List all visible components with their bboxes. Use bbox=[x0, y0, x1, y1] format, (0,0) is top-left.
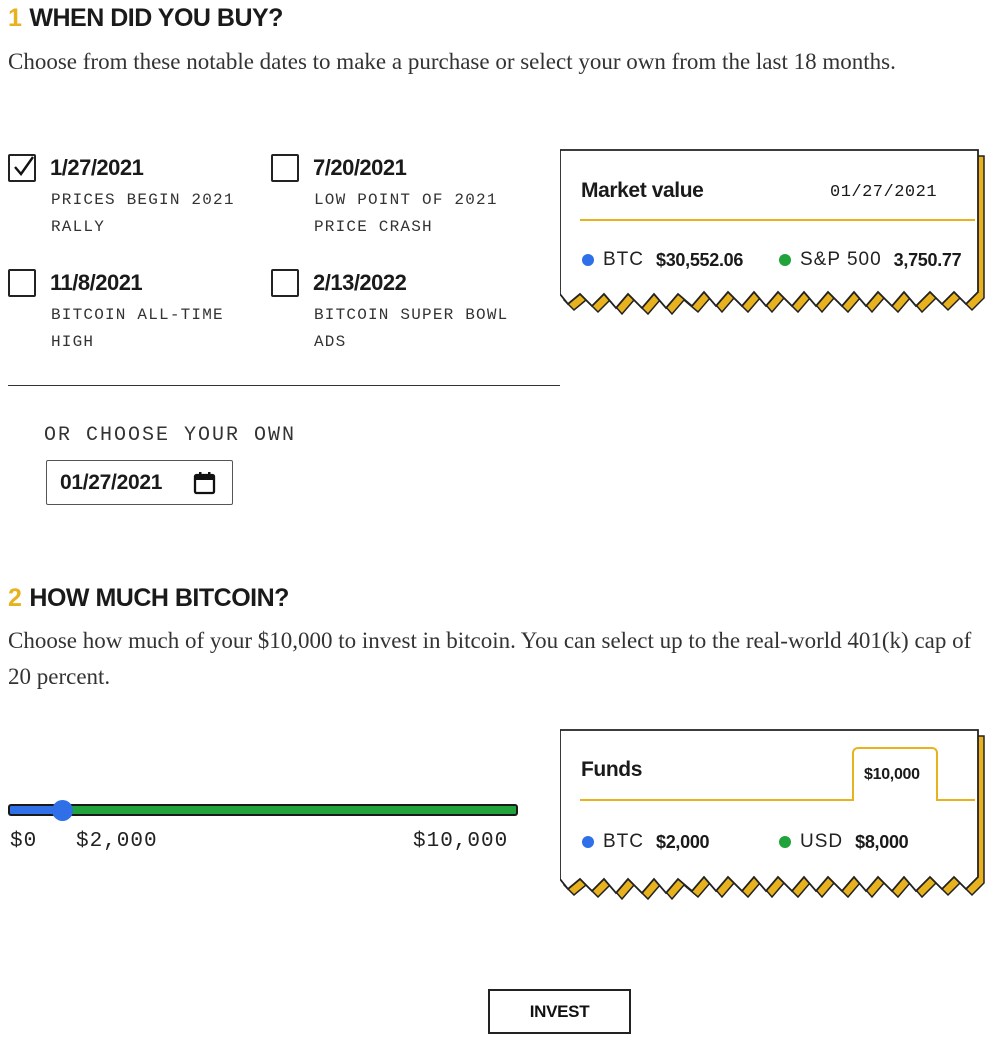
slider-thumb[interactable] bbox=[52, 800, 73, 821]
btc-row: BTC $2,000 bbox=[582, 831, 710, 853]
card-rule bbox=[580, 799, 852, 801]
choose-own-label: OR CHOOSE YOUR OWN bbox=[44, 424, 297, 447]
card-rule bbox=[580, 219, 975, 221]
date-label: 1/27/2021 bbox=[50, 155, 144, 180]
btc-label: BTC bbox=[603, 249, 644, 270]
usd-dot-icon bbox=[779, 836, 791, 848]
funds-card: Funds $10,000 BTC $2,000 USD $8,000 bbox=[560, 728, 985, 908]
checkbox[interactable] bbox=[271, 154, 299, 182]
torn-paper-frame bbox=[560, 149, 985, 316]
step-1-intro: Choose from these notable dates to make … bbox=[8, 49, 896, 74]
step-number: 2 bbox=[8, 584, 22, 612]
slider-max-label: $10,000 bbox=[413, 830, 509, 853]
sp-label: S&P 500 bbox=[800, 249, 882, 270]
step-number: 1 bbox=[8, 4, 22, 32]
usd-value: $8,000 bbox=[855, 831, 909, 852]
btc-dot-icon bbox=[582, 254, 594, 266]
step-1-heading: 1 WHEN DID YOU BUY? bbox=[8, 4, 283, 33]
date-label: 7/20/2021 bbox=[313, 155, 407, 180]
step-2-intro: Choose how much of your $10,000 to inves… bbox=[8, 628, 972, 689]
usd-row: USD $8,000 bbox=[779, 831, 909, 853]
btc-value: $30,552.06 bbox=[656, 249, 744, 270]
slider-min-label: $0 bbox=[10, 830, 38, 853]
btc-dot-icon bbox=[582, 836, 594, 848]
date-input-value: 01/27/2021 bbox=[60, 471, 163, 494]
step-2-heading: 2 HOW MUCH BITCOIN? bbox=[8, 584, 289, 613]
step-title: WHEN DID YOU BUY? bbox=[29, 4, 283, 32]
sp-value: 3,750.77 bbox=[893, 249, 962, 270]
card-rule-end bbox=[936, 799, 975, 801]
checkbox[interactable] bbox=[8, 269, 36, 297]
market-value-card: Market value 01/27/2021 BTC $30,552.06 S… bbox=[560, 148, 985, 323]
usd-label: USD bbox=[800, 831, 844, 852]
sp-dot-icon bbox=[779, 254, 791, 266]
slider-track-remaining[interactable] bbox=[62, 804, 518, 816]
checkbox[interactable] bbox=[271, 269, 299, 297]
date-label: 2/13/2022 bbox=[313, 270, 407, 295]
card-title: Market value bbox=[581, 179, 704, 202]
btc-label: BTC bbox=[603, 831, 644, 852]
checkbox-checked[interactable] bbox=[8, 154, 36, 182]
date-description: BITCOIN SUPER BOWL ADS bbox=[314, 306, 509, 351]
btc-value: $2,000 bbox=[656, 831, 710, 852]
calendar-icon[interactable] bbox=[193, 471, 217, 496]
step-title: HOW MUCH BITCOIN? bbox=[29, 584, 289, 612]
date-input[interactable]: 01/27/2021 bbox=[46, 460, 233, 505]
date-description: LOW POINT OF 2021 PRICE CRASH bbox=[314, 191, 498, 236]
section-divider bbox=[8, 385, 560, 386]
date-description: PRICES BEGIN 2021 RALLY bbox=[51, 191, 235, 236]
date-label: 11/8/2021 bbox=[50, 270, 143, 295]
date-description: BITCOIN ALL-TIME HIGH bbox=[51, 306, 224, 351]
total-tab: $10,000 bbox=[852, 747, 938, 801]
funds-total: $10,000 bbox=[864, 766, 920, 783]
checkmark-icon bbox=[14, 156, 34, 176]
card-date: 01/27/2021 bbox=[830, 183, 938, 202]
card-title: Funds bbox=[581, 758, 642, 781]
slider-value-label: $2,000 bbox=[76, 830, 158, 853]
invest-button[interactable]: INVEST bbox=[488, 989, 631, 1034]
sp-row: S&P 500 3,750.77 bbox=[779, 249, 962, 271]
btc-row: BTC $30,552.06 bbox=[582, 249, 743, 271]
